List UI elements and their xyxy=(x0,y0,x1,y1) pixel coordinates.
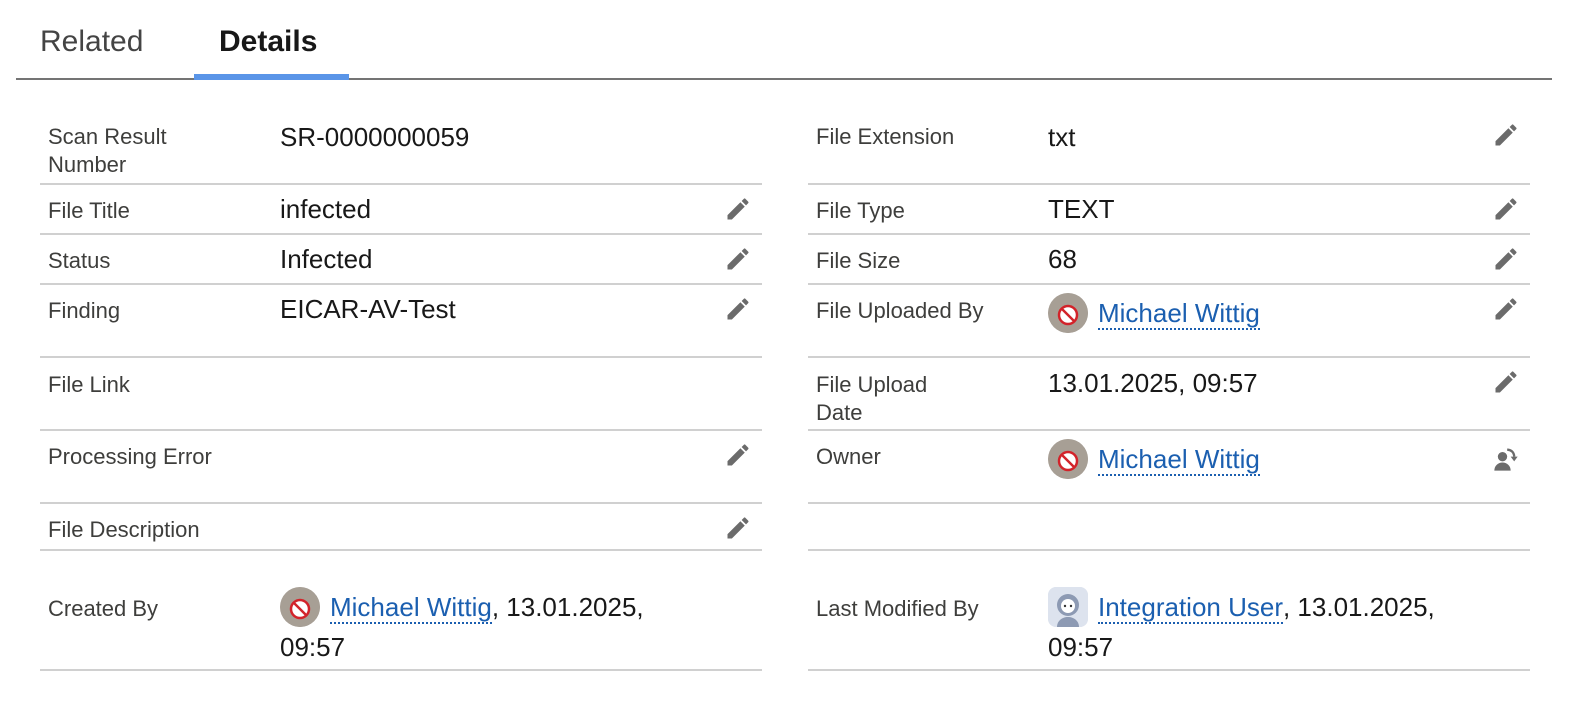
field-label: Created By xyxy=(48,596,159,621)
field-label: File Type xyxy=(816,198,905,223)
modified-timestamp: , 13.01.2025, xyxy=(1282,592,1435,623)
pencil-icon xyxy=(1495,124,1517,146)
edit-processing-error-button[interactable] xyxy=(724,441,752,469)
tab-details[interactable]: Details xyxy=(219,22,317,62)
field-scan-result-number: Scan Result Number SR-0000000059 xyxy=(40,105,762,185)
field-finding: Finding EICAR-AV-Test xyxy=(40,285,762,358)
field-value: 13.01.2025, 09:57 xyxy=(1048,368,1258,398)
edit-file-extension-button[interactable] xyxy=(1492,121,1520,149)
field-label: File Title xyxy=(48,198,130,223)
field-value: TEXT xyxy=(1048,194,1115,224)
field-label: File Size xyxy=(816,248,901,273)
pencil-icon xyxy=(727,248,749,270)
edit-file-uploaded-by-button[interactable] xyxy=(1492,295,1520,323)
edit-file-size-button[interactable] xyxy=(1492,245,1520,273)
field-file-upload-date: File Upload Date 13.01.2025, 09:57 xyxy=(808,358,1530,431)
active-tab-indicator xyxy=(194,74,349,80)
details-right-column: File Extension txt File Type TEXT File S… xyxy=(808,105,1530,671)
modified-time: 09:57 xyxy=(1048,632,1114,663)
tab-related[interactable]: Related xyxy=(40,22,143,62)
field-value: Michael Wittig xyxy=(1048,291,1260,334)
pencil-icon xyxy=(1495,298,1517,320)
created-timestamp: , 13.01.2025, xyxy=(491,592,644,623)
user-avatar xyxy=(1048,293,1088,334)
avatar-no-sign-icon xyxy=(1048,439,1088,480)
field-value: 68 xyxy=(1048,244,1077,274)
field-file-link: File Link xyxy=(40,358,762,431)
field-value: Michael Wittig xyxy=(1048,437,1260,480)
field-label: Processing Error xyxy=(48,444,212,469)
change-owner-icon xyxy=(1494,448,1518,471)
field-value: EICAR-AV-Test xyxy=(280,294,456,324)
user-avatar xyxy=(280,587,320,628)
pencil-icon xyxy=(1495,371,1517,393)
field-owner: Owner Michael Wittig xyxy=(808,431,1530,504)
field-value: Integration User, 13.01.2025, 09:57 xyxy=(1048,585,1508,667)
avatar-astro-icon xyxy=(1048,587,1088,628)
pencil-icon xyxy=(1495,248,1517,270)
pencil-icon xyxy=(727,444,749,466)
owner-user-link[interactable]: Michael Wittig xyxy=(1098,444,1260,477)
tab-bar: Related Details xyxy=(16,0,1552,80)
created-by-user-link[interactable]: Michael Wittig xyxy=(330,592,492,625)
field-label: File Upload Date xyxy=(816,372,928,425)
pencil-icon xyxy=(727,517,749,539)
avatar-no-sign-icon xyxy=(1048,293,1088,334)
details-left-column: Scan Result Number SR-0000000059 File Ti… xyxy=(40,105,762,671)
field-last-modified-by: Last Modified By Integration User, 13.01… xyxy=(808,581,1530,671)
field-created-by: Created By Michael Wittig, 13.01.2025, 0… xyxy=(40,581,762,671)
field-file-type: File Type TEXT xyxy=(808,185,1530,235)
pencil-icon xyxy=(727,298,749,320)
field-label: File Uploaded By xyxy=(816,298,984,323)
field-value: Infected xyxy=(280,244,373,274)
edit-status-button[interactable] xyxy=(724,245,752,273)
field-processing-error: Processing Error xyxy=(40,431,762,504)
field-value: txt xyxy=(1048,122,1076,152)
edit-file-type-button[interactable] xyxy=(1492,195,1520,223)
edit-finding-button[interactable] xyxy=(724,295,752,323)
field-label: File Description xyxy=(48,517,200,542)
field-label: Owner xyxy=(816,444,881,469)
edit-file-upload-date-button[interactable] xyxy=(1492,368,1520,396)
edit-file-description-button[interactable] xyxy=(724,514,752,542)
field-status: Status Infected xyxy=(40,235,762,285)
field-label: File Extension xyxy=(816,124,955,149)
field-file-extension: File Extension txt xyxy=(808,105,1530,185)
empty-row xyxy=(808,504,1530,551)
field-label: Last Modified By xyxy=(816,596,979,621)
last-modified-by-user-link[interactable]: Integration User xyxy=(1098,592,1283,625)
field-label: Finding xyxy=(48,298,121,323)
field-value: SR-0000000059 xyxy=(280,122,470,152)
pencil-icon xyxy=(1495,198,1517,220)
field-label: File Link xyxy=(48,372,130,397)
change-owner-button[interactable] xyxy=(1492,445,1520,473)
user-avatar xyxy=(1048,587,1088,628)
edit-file-title-button[interactable] xyxy=(724,195,752,223)
field-file-size: File Size 68 xyxy=(808,235,1530,285)
field-value: Michael Wittig, 13.01.2025, 09:57 xyxy=(280,585,740,667)
created-time: 09:57 xyxy=(280,632,346,663)
field-value: infected xyxy=(280,194,372,224)
field-file-description: File Description xyxy=(40,504,762,551)
uploaded-by-user-link[interactable]: Michael Wittig xyxy=(1098,298,1260,331)
field-label: Status xyxy=(48,248,111,273)
user-avatar xyxy=(1048,439,1088,480)
pencil-icon xyxy=(727,198,749,220)
field-label: Scan Result Number xyxy=(48,124,167,177)
field-file-title: File Title infected xyxy=(40,185,762,235)
avatar-no-sign-icon xyxy=(280,587,320,628)
field-file-uploaded-by: File Uploaded By Michael Wittig xyxy=(808,285,1530,358)
